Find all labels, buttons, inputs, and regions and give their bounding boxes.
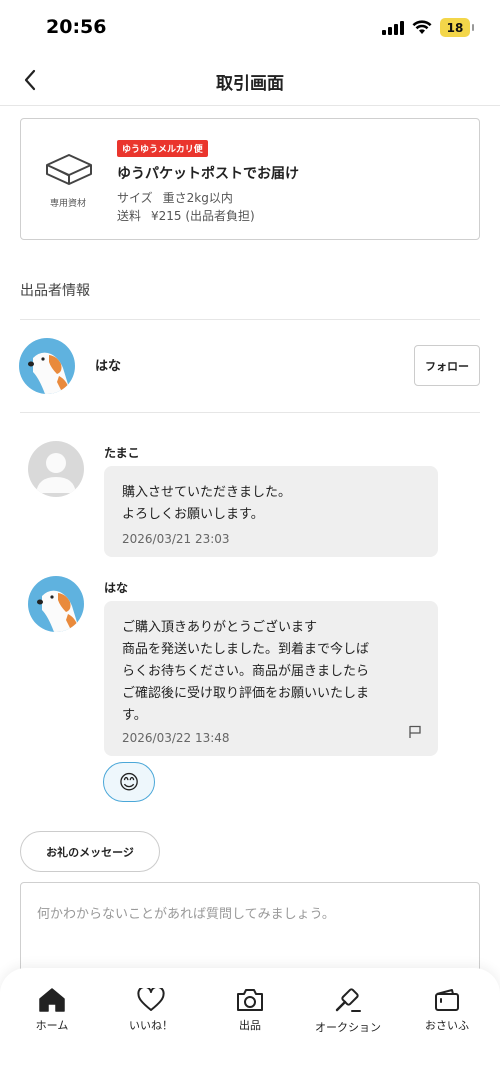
wallet-icon [435, 989, 459, 1011]
signal-icon [382, 20, 404, 35]
report-flag-icon[interactable] [408, 725, 422, 739]
page-title: 取引画面 [216, 74, 284, 94]
message-sender: たまこ [104, 446, 140, 460]
seller-message-avatar[interactable] [28, 576, 84, 632]
message-time: 2026/03/22 13:48 [122, 731, 230, 745]
heart-icon [137, 988, 165, 1011]
wifi-icon [412, 20, 432, 34]
seller-section-title: 出品者情報 [20, 283, 90, 299]
box-icon [46, 154, 92, 185]
divider [20, 412, 480, 413]
tab-likes[interactable]: いいね！ [106, 988, 196, 1033]
message-bubble: 購入させていただきました。 よろしくお願いします。 2026/03/21 23:… [104, 466, 438, 557]
tab-label: オークション [315, 1021, 381, 1034]
box-icon-label: 専用資材 [49, 199, 86, 209]
seller-avatar[interactable] [19, 338, 75, 394]
status-icons: 18 [382, 18, 474, 37]
shipping-size-row: サイズ 重さ2kg以内 [117, 189, 233, 206]
gavel-icon [335, 988, 361, 1012]
default-user-icon [36, 453, 76, 493]
message-text: 購入させていただきました。 よろしくお願いします。 [122, 485, 292, 522]
tab-label: 出品 [239, 1019, 261, 1032]
nav-header: 取引画面 [0, 56, 500, 106]
divider [20, 319, 480, 320]
message-bubble: ご購入頂きありがとうございます 商品を発送いたしました。到着まで今しば らくお待… [104, 601, 438, 756]
battery-indicator: 18 [440, 18, 474, 37]
message-text: ご購入頂きありがとうございます 商品を発送いたしました。到着まで今しば らくお待… [122, 620, 370, 723]
status-time: 20:56 [46, 16, 107, 38]
message-sender: はな [104, 581, 129, 595]
shipping-size-value: 重さ2kg以内 [162, 191, 233, 205]
shipping-fee-label: 送料 [117, 209, 142, 223]
tab-label: いいね！ [129, 1019, 173, 1032]
buyer-avatar[interactable] [28, 441, 84, 497]
bottom-tab-bar: ホーム いいね！ 出品 オークション おさいふ [0, 968, 500, 1080]
status-bar: 20:56 18 [0, 0, 500, 56]
message-time: 2026/03/21 23:03 [122, 532, 230, 546]
shipping-info-card: 専用資材 ゆうゆうメルカリ便 ゆうパケットポストでお届け サイズ 重さ2kg以内 … [20, 118, 480, 240]
reaction-button[interactable]: 😊 [103, 762, 155, 802]
shipping-fee-value: ¥215 (出品者負担) [151, 209, 255, 223]
tab-label: ホーム [35, 1019, 69, 1032]
thanks-message-button[interactable]: お礼のメッセージ [20, 831, 160, 872]
tab-sell[interactable]: 出品 [205, 988, 295, 1033]
camera-icon [237, 989, 263, 1011]
smile-emoji: 😊 [118, 770, 140, 794]
tab-label: おさいふ [425, 1019, 469, 1032]
follow-button[interactable]: フォロー [414, 345, 480, 386]
shipping-badge: ゆうゆうメルカリ便 [117, 140, 208, 157]
battery-level: 18 [446, 20, 464, 35]
tab-auction[interactable]: オークション [303, 988, 393, 1035]
dog-avatar-image [19, 338, 75, 394]
shipping-title: ゆうパケットポストでお届け [117, 166, 299, 182]
seller-name[interactable]: はな [95, 355, 121, 374]
shipping-size-label: サイズ [117, 191, 153, 205]
tab-home[interactable]: ホーム [7, 988, 97, 1033]
dog-avatar-image [28, 576, 84, 632]
shipping-fee-row: 送料 ¥215 (出品者負担) [117, 207, 255, 224]
tab-wallet[interactable]: おさいふ [402, 988, 492, 1033]
home-icon [39, 988, 65, 1012]
